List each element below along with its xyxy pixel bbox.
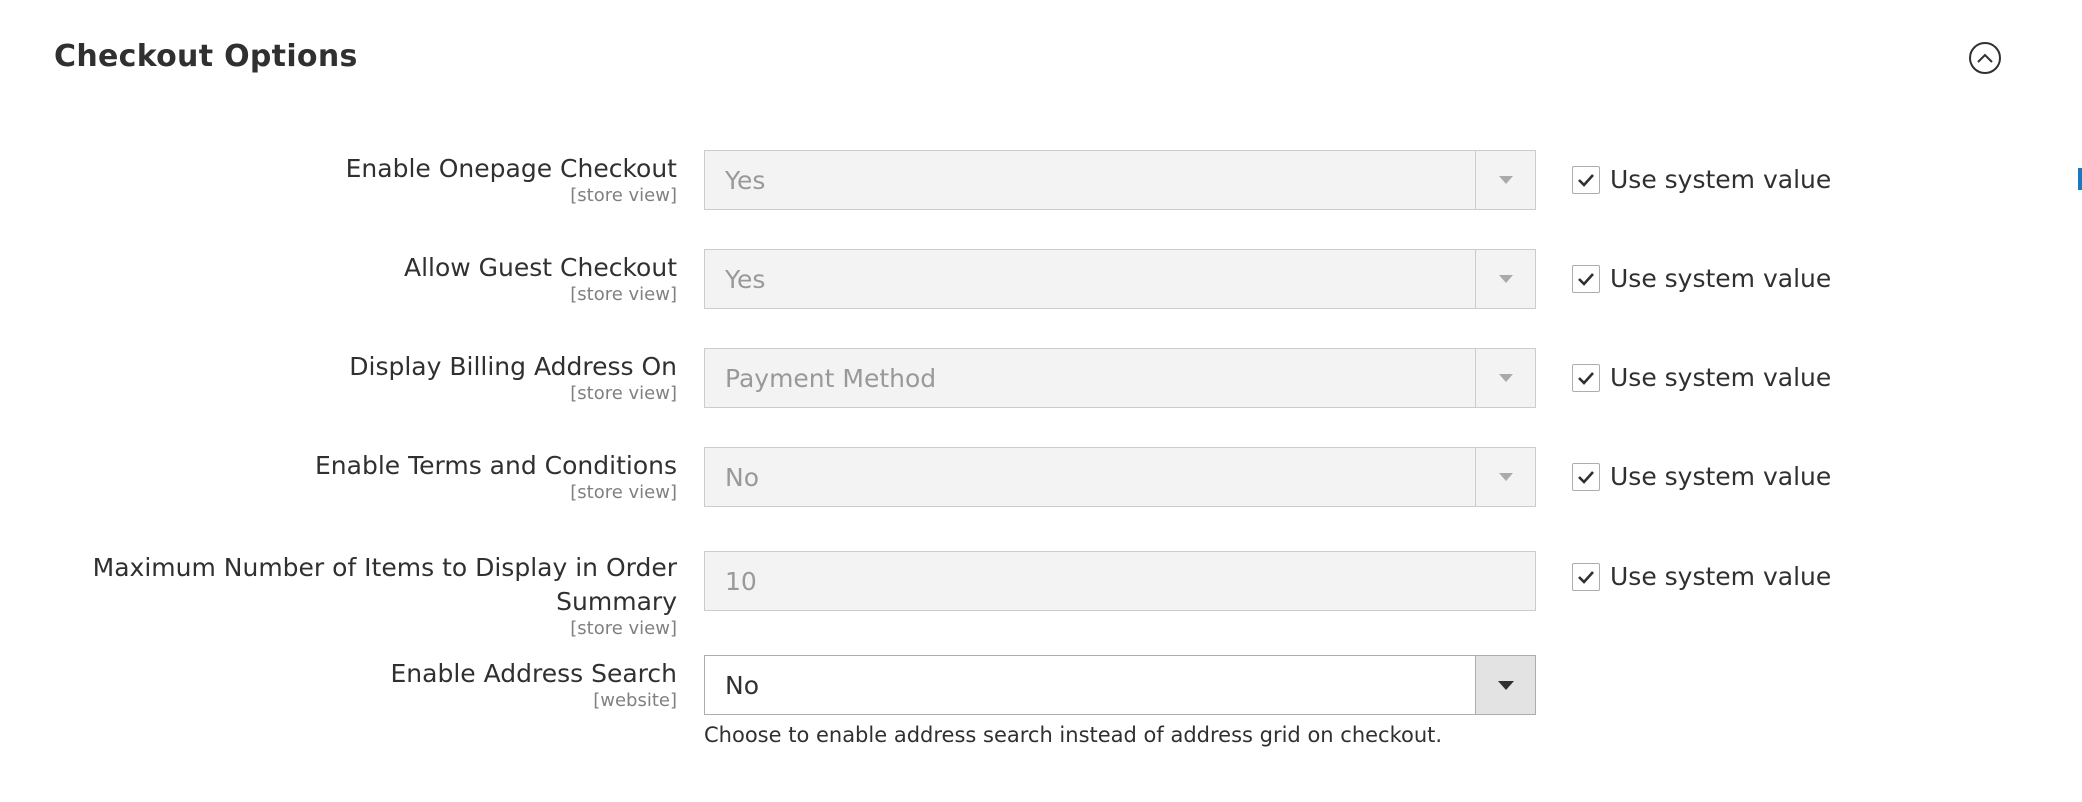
maximum-items-input[interactable]: 10 [704,551,1536,611]
chevron-down-icon [1498,275,1513,283]
field-label: Enable Onepage Checkout [345,154,677,183]
select-value: No [725,462,759,492]
field-label: Allow Guest Checkout [403,253,677,282]
select-value: Yes [725,264,766,294]
chevron-down-icon [1497,680,1514,690]
use-system-value-label: Use system value [1610,363,1832,392]
checkbox-checked-icon[interactable] [1572,264,1600,293]
field-note: Choose to enable address search instead … [704,723,1443,747]
field-scope: [store view] [570,383,677,404]
chevron-down-icon [1498,176,1513,184]
field-scope: [store view] [570,185,677,206]
field-label: Enable Terms and Conditions [315,451,677,480]
select-value: No [725,670,759,700]
use-system-value-label: Use system value [1610,562,1832,591]
chevron-down-icon [1498,473,1513,481]
field-label-line2: Summary [556,587,677,616]
use-system-value-checkbox[interactable]: Use system value [1572,562,1831,591]
field-label-line1: Maximum Number of Items to Display in Or… [92,553,677,582]
field-scope: [store view] [570,284,677,305]
select-value: Payment Method [725,363,937,393]
allow-guest-checkout-select[interactable]: Yes [704,249,1536,309]
use-system-value-label: Use system value [1610,264,1832,293]
use-system-value-checkbox[interactable]: Use system value [1572,363,1831,392]
field-scope: [website] [593,690,677,711]
field-label: Enable Address Search [390,659,678,688]
use-system-value-checkbox[interactable]: Use system value [1572,264,1831,293]
field-scope: [store view] [570,482,677,503]
enable-onepage-checkout-select[interactable]: Yes [704,150,1536,210]
use-system-value-label: Use system value [1610,165,1832,194]
checkbox-checked-icon[interactable] [1572,165,1600,194]
use-system-value-checkbox[interactable]: Use system value [1572,462,1831,491]
use-system-value-label: Use system value [1610,462,1832,491]
use-system-value-checkbox[interactable]: Use system value [1572,165,1831,194]
checkbox-checked-icon[interactable] [1572,562,1600,591]
field-scope: [store view] [570,618,677,639]
checkbox-checked-icon[interactable] [1572,363,1600,392]
chevron-down-icon [1498,374,1513,382]
collapse-section-button[interactable] [1969,42,2001,74]
checkbox-checked-icon[interactable] [1572,462,1600,491]
chevron-up-icon [1977,53,1993,63]
enable-terms-and-conditions-select[interactable]: No [704,447,1536,507]
input-value: 10 [725,566,757,596]
select-value: Yes [725,165,766,195]
enable-address-search-select[interactable]: No [704,655,1536,715]
field-label: Display Billing Address On [349,352,677,381]
display-billing-address-on-select[interactable]: Payment Method [704,348,1536,408]
section-title: Checkout Options [54,39,358,74]
scroll-indicator [2078,168,2082,190]
